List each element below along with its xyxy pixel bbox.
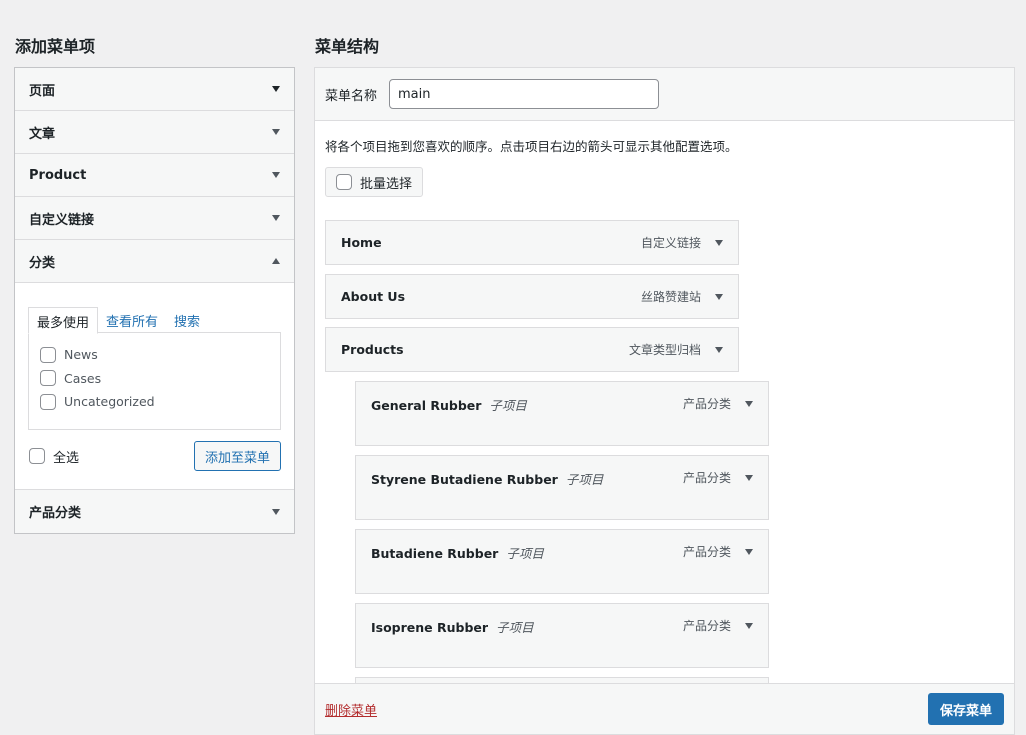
- sub-item-label: 子项目: [565, 472, 604, 487]
- menu-item-meta: 文章类型归档: [629, 341, 723, 358]
- menu-item-title: Isoprene Rubber: [371, 620, 489, 635]
- category-tabs: 最多使用 查看所有 搜索: [28, 307, 281, 334]
- select-all-checkbox[interactable]: [29, 448, 45, 464]
- add-to-menu-button[interactable]: 添加至菜单: [193, 441, 281, 471]
- menu-items-accordion: 页面 文章 Product 自定义链接 分类 最多使用 查看所有 搜索 News: [14, 67, 295, 534]
- category-checkbox[interactable]: [40, 346, 56, 363]
- menu-item-title-wrap: General Rubber 子项目: [371, 395, 527, 414]
- category-label: Uncategorized: [64, 394, 155, 410]
- add-menu-items-title: 添加菜单项: [15, 37, 96, 56]
- menu-item-title: General Rubber: [371, 398, 482, 413]
- category-list: News Cases Uncategorized: [28, 332, 281, 430]
- menu-item-title: Home: [341, 235, 382, 250]
- menu-item-type: 产品分类: [682, 397, 731, 411]
- tab-search[interactable]: 搜索: [166, 307, 208, 333]
- menu-item-general-rubber[interactable]: General Rubber 子项目 产品分类: [355, 381, 769, 446]
- triangle-down-icon: [272, 215, 280, 221]
- list-item: Uncategorized: [40, 390, 269, 414]
- menu-item-meta: 自定义链接: [641, 234, 723, 251]
- category-checkbox[interactable]: [40, 370, 56, 387]
- menu-item-meta: 丝路赞建站: [641, 288, 723, 305]
- category-label: Cases: [64, 370, 102, 386]
- accordion-product[interactable]: Product: [15, 154, 294, 197]
- menu-item-sbr[interactable]: Styrene Butadiene Rubber 子项目 产品分类: [355, 455, 769, 520]
- menu-item-meta: 产品分类: [683, 543, 753, 560]
- tab-view-all[interactable]: 查看所有: [98, 307, 166, 333]
- menu-item-type: 产品分类: [682, 619, 731, 633]
- menu-item-type: 丝路赞建站: [640, 290, 701, 304]
- accordion-pages[interactable]: 页面: [15, 68, 294, 111]
- menu-structure-title: 菜单结构: [315, 37, 380, 56]
- triangle-down-icon: [272, 86, 280, 92]
- menu-item-home[interactable]: Home 自定义链接: [325, 220, 739, 265]
- accordion-custom-links[interactable]: 自定义链接: [15, 197, 294, 240]
- menu-structure-panel: 菜单名称 main 将各个项目拖到您喜欢的顺序。点击项目右边的箭头可显示其他配置…: [314, 67, 1015, 735]
- accordion-label: 文章: [29, 126, 56, 142]
- menu-footer: 删除菜单 保存菜单: [315, 683, 1014, 734]
- triangle-down-icon[interactable]: [745, 548, 753, 555]
- select-all: 全选: [28, 447, 79, 466]
- menu-item-title-wrap: Butadiene Rubber 子项目: [371, 543, 544, 562]
- menu-item-meta: 产品分类: [683, 469, 753, 486]
- categories-panel: 最多使用 查看所有 搜索 News Cases Uncategorized 全选: [15, 283, 294, 490]
- list-item: Cases: [40, 367, 269, 391]
- triangle-up-icon: [272, 258, 280, 264]
- triangle-down-icon[interactable]: [715, 346, 723, 353]
- accordion-label: 页面: [29, 83, 56, 99]
- bulk-select-button[interactable]: 批量选择: [325, 167, 423, 197]
- triangle-down-icon[interactable]: [715, 293, 723, 300]
- menu-item-title-wrap: Isoprene Rubber 子项目: [371, 617, 534, 636]
- accordion-categories[interactable]: 分类: [15, 240, 294, 283]
- triangle-down-icon: [272, 129, 280, 135]
- accordion-label: 自定义链接: [29, 212, 95, 228]
- menu-item-type: 产品分类: [682, 471, 731, 485]
- triangle-down-icon: [272, 508, 280, 515]
- menu-item-type: 自定义链接: [640, 236, 701, 250]
- select-all-label: 全选: [53, 450, 80, 466]
- menu-item-products[interactable]: Products 文章类型归档: [325, 327, 739, 372]
- accordion-label: 产品分类: [29, 506, 82, 521]
- menu-name-label: 菜单名称: [325, 88, 378, 104]
- accordion-posts[interactable]: 文章: [15, 111, 294, 154]
- menu-name-input[interactable]: main: [389, 79, 660, 109]
- category-checkbox[interactable]: [40, 393, 56, 410]
- accordion-label: 分类: [29, 255, 56, 271]
- menu-item-type: 产品分类: [682, 545, 731, 559]
- menu-item-meta: 产品分类: [683, 395, 753, 412]
- bulk-select-checkbox[interactable]: [336, 174, 352, 190]
- menu-item-title: Styrene Butadiene Rubber: [371, 472, 558, 487]
- menu-item-meta: 产品分类: [683, 617, 753, 634]
- bulk-select-label: 批量选择: [360, 176, 413, 192]
- triangle-down-icon[interactable]: [715, 239, 723, 246]
- menu-item-isoprene[interactable]: Isoprene Rubber 子项目 产品分类: [355, 603, 769, 668]
- menu-item-type: 文章类型归档: [628, 343, 701, 357]
- menu-item-title: About Us: [341, 289, 406, 304]
- menu-item-about[interactable]: About Us 丝路赞建站: [325, 274, 739, 319]
- menu-item-title: Products: [341, 342, 404, 357]
- save-menu-button[interactable]: 保存菜单: [927, 693, 1004, 725]
- accordion-product-categories[interactable]: 产品分类: [15, 490, 294, 533]
- sub-item-label: 子项目: [489, 398, 527, 413]
- menu-header: 菜单名称 main: [315, 68, 1014, 121]
- list-item: News: [40, 343, 269, 367]
- triangle-down-icon[interactable]: [745, 622, 753, 629]
- sub-item-label: 子项目: [496, 620, 534, 635]
- drag-instructions: 将各个项目拖到您喜欢的顺序。点击项目右边的箭头可显示其他配置选项。: [325, 139, 738, 154]
- sub-item-label: 子项目: [506, 546, 544, 561]
- menu-item-butadiene[interactable]: Butadiene Rubber 子项目 产品分类: [355, 529, 769, 594]
- tab-most-used[interactable]: 最多使用: [28, 307, 99, 334]
- triangle-down-icon[interactable]: [745, 400, 753, 407]
- triangle-down-icon: [272, 172, 280, 178]
- category-panel-footer: 全选 添加至菜单: [28, 441, 281, 471]
- delete-menu-link[interactable]: 删除菜单: [325, 700, 377, 719]
- category-label: News: [64, 347, 98, 363]
- menu-item-title-wrap: Styrene Butadiene Rubber 子项目: [371, 469, 603, 488]
- menu-item-title: Butadiene Rubber: [371, 546, 499, 561]
- triangle-down-icon[interactable]: [745, 474, 753, 481]
- accordion-label: Product: [29, 167, 87, 183]
